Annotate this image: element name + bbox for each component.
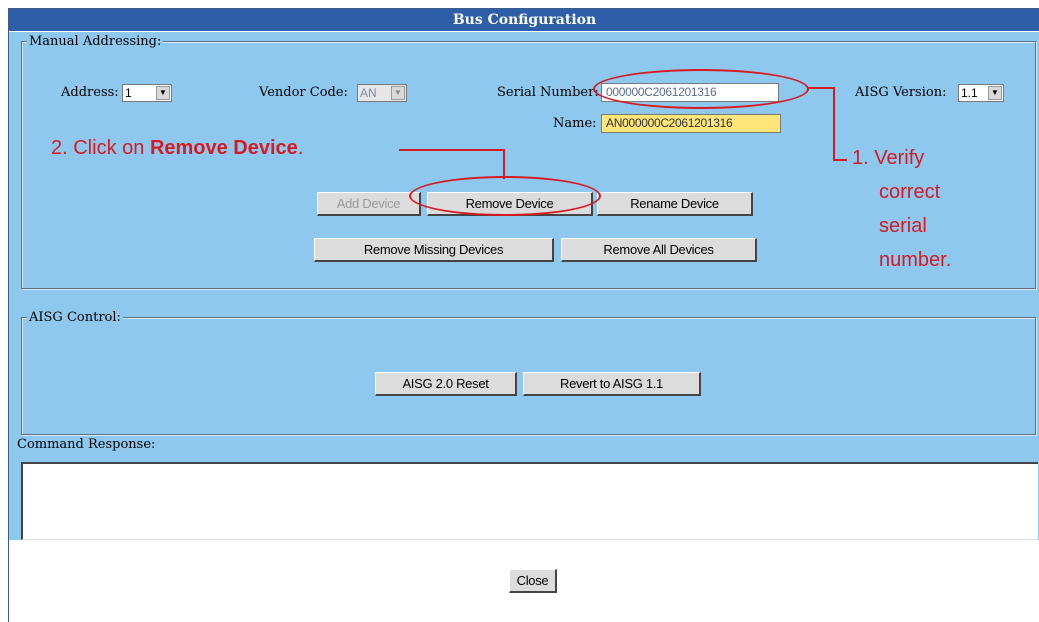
step2-prefix: 2. Click on [51,137,150,159]
step2-annotation: 2. Click on Remove Device. [51,137,303,160]
remove-device-highlight [409,176,601,216]
chevron-down-icon[interactable]: ▼ [391,86,405,100]
serial-number-highlight [593,69,809,109]
step1-line-4: number. [879,249,952,271]
add-device-button[interactable]: Add Device [317,192,421,216]
aisg-version-label: AISG Version: [855,85,947,100]
serial-number-label: Serial Number: [497,85,599,100]
address-select[interactable]: 1 ▼ [122,84,172,102]
close-button[interactable]: Close [509,569,557,593]
step1-line-2: correct [879,181,941,203]
bus-configuration-window: Bus Configuration Manual Addressing: Add… [8,8,1039,622]
address-label: Address: [61,85,119,100]
remove-missing-devices-button[interactable]: Remove Missing Devices [314,238,554,262]
step2-pointer-horizontal [399,149,505,151]
vendor-code-select[interactable]: AN ▼ [357,84,407,102]
revert-to-aisg-button[interactable]: Revert to AISG 1.1 [523,372,701,396]
aisg-version-value: 1.1 [961,86,978,100]
remove-all-devices-button[interactable]: Remove All Devices [561,238,757,262]
vendor-code-label: Vendor Code: [259,85,348,100]
step1-pointer-foot [833,159,847,161]
name-field[interactable]: AN000000C2061201316 [601,114,781,133]
chevron-down-icon[interactable]: ▼ [156,86,170,100]
step1-pointer-vertical [833,87,835,161]
aisg-reset-button[interactable]: AISG 2.0 Reset [375,372,517,396]
step1-line-3: serial [879,215,927,237]
main-panel: Manual Addressing: Address: 1 ▼ Vendor C… [9,32,1039,540]
manual-addressing-legend: Manual Addressing: [27,34,164,49]
step2-pointer-vertical [503,149,505,179]
command-response-box[interactable] [21,462,1038,540]
window-title: Bus Configuration [9,9,1039,31]
step1-pointer-horizontal [807,87,835,89]
command-response-label: Command Response: [17,437,156,452]
aisg-control-legend: AISG Control: [27,310,123,325]
chevron-down-icon[interactable]: ▼ [988,86,1002,100]
address-value: 1 [125,86,132,100]
step2-bold: Remove Device [149,137,298,159]
rename-device-button[interactable]: Rename Device [597,192,753,216]
step1-line-1: 1. Verify [852,147,925,169]
vendor-code-value: AN [360,86,377,100]
name-label: Name: [553,116,597,131]
aisg-version-select[interactable]: 1.1 ▼ [958,84,1004,102]
step2-suffix: . [297,137,304,159]
